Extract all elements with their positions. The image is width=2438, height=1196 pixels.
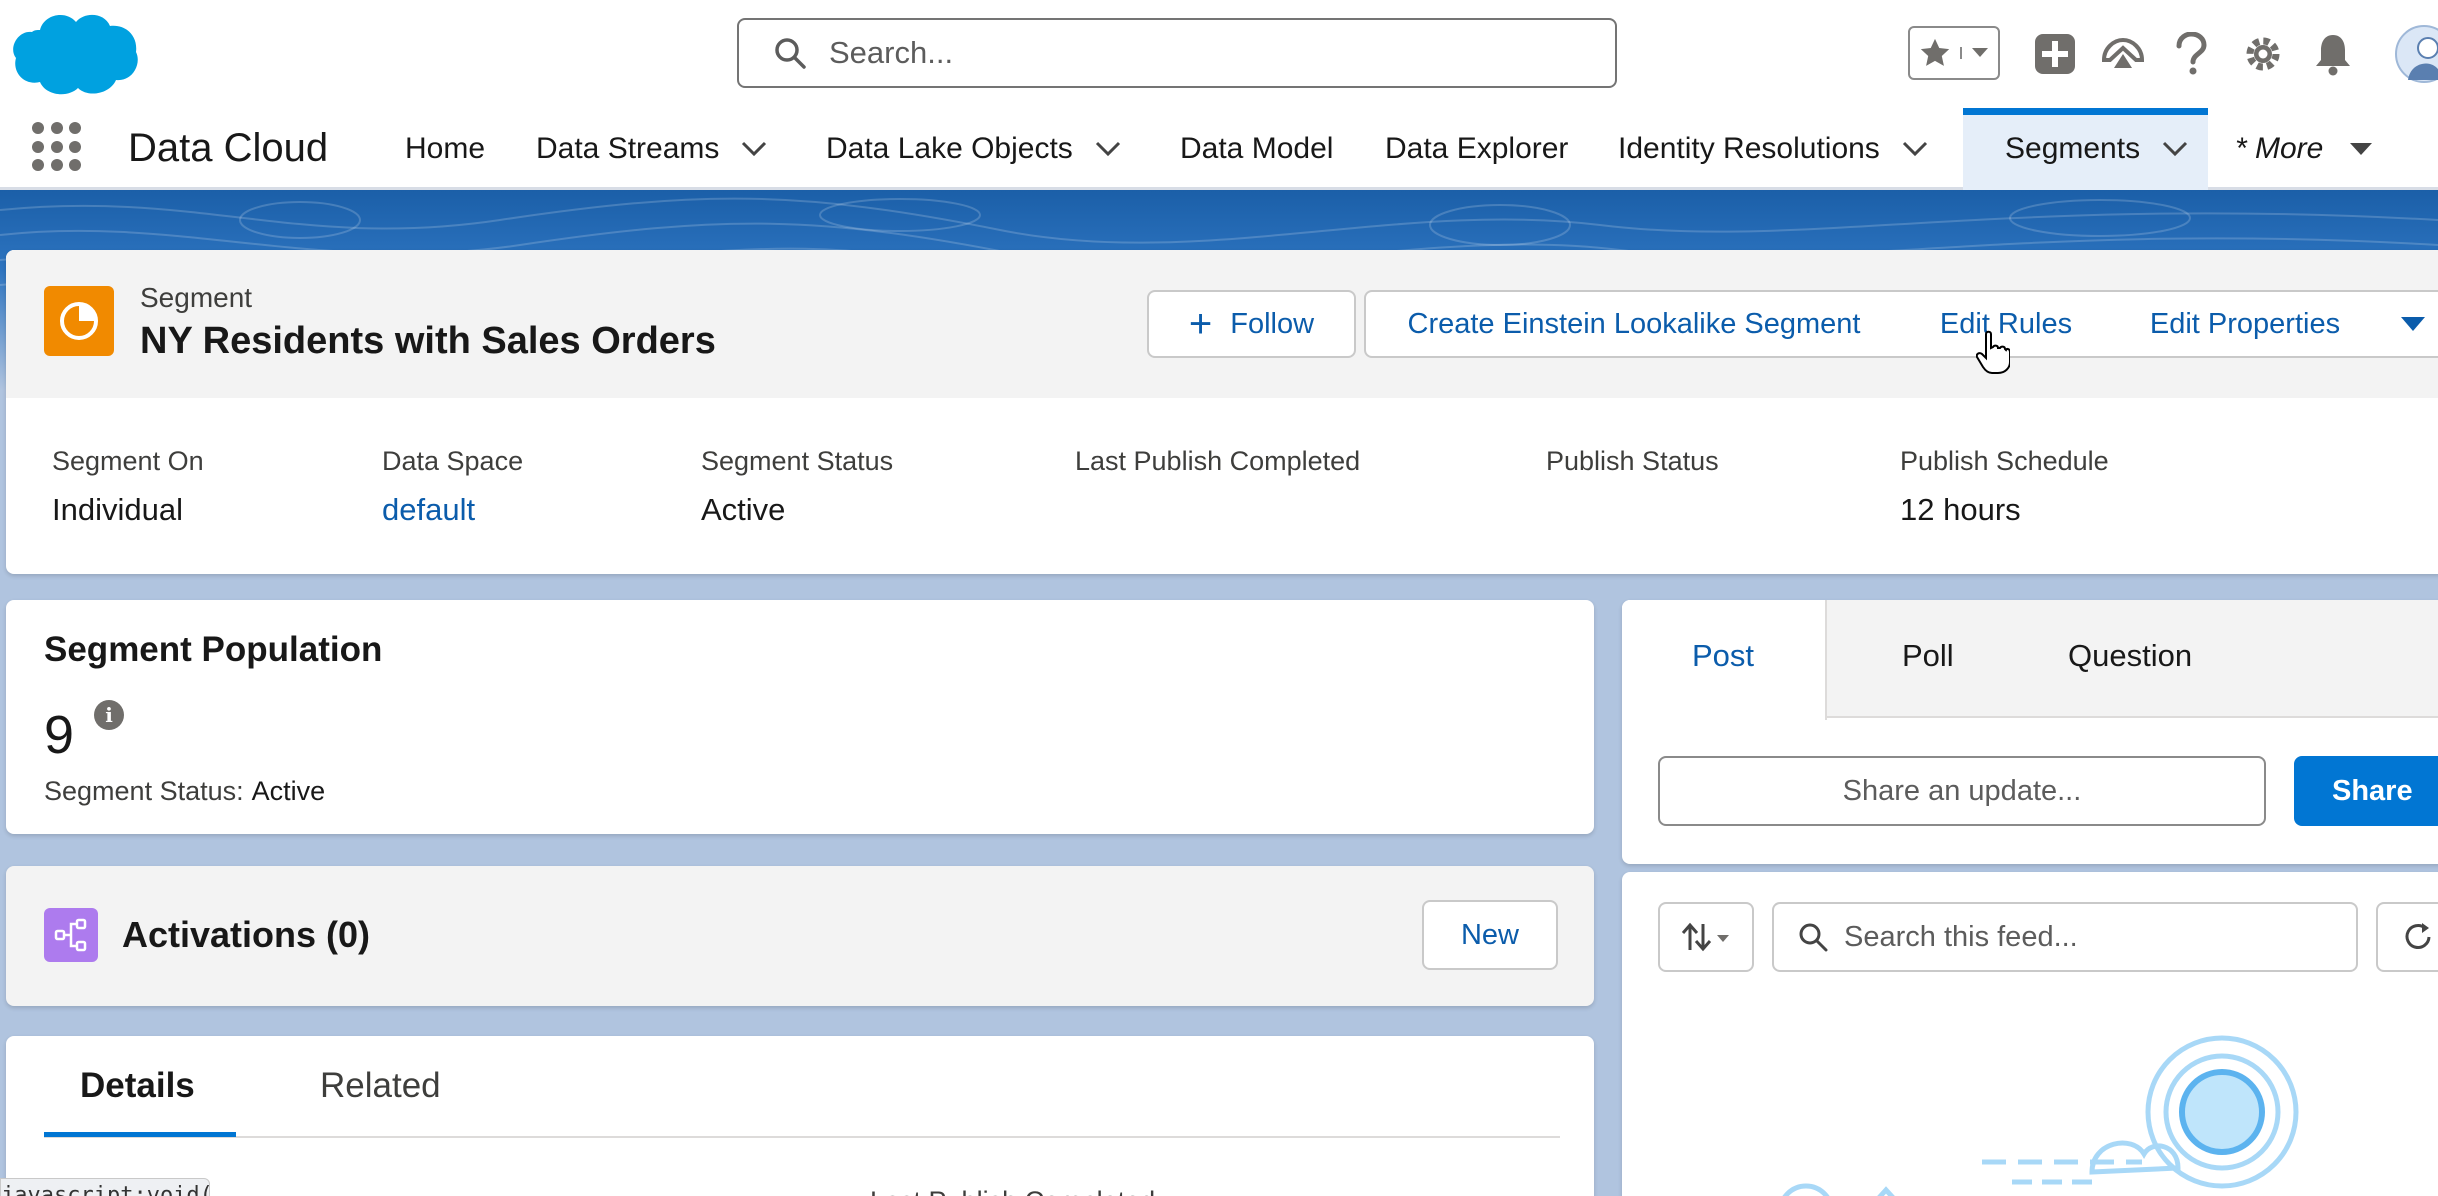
user-avatar[interactable]: [2394, 25, 2438, 83]
nav-item-label: Segments: [2005, 132, 2141, 165]
field-value-segment-on: Individual: [52, 492, 183, 527]
edit-properties-label: Edit Properties: [2149, 307, 2341, 340]
create-lookalike-segment-button[interactable]: Create Einstein Lookalike Segment: [1364, 290, 1904, 358]
favorites-group[interactable]: [1908, 26, 2000, 80]
activations-card: Activations (0) New: [6, 866, 1594, 1006]
info-icon[interactable]: i: [94, 700, 124, 730]
gear-icon[interactable]: [2234, 26, 2292, 82]
nav-item-label: * More: [2235, 132, 2324, 165]
field-value-publish-schedule: 12 hours: [1900, 492, 2021, 527]
feed-search-input[interactable]: Search this feed...: [1772, 902, 2358, 972]
chevron-down-icon[interactable]: [1960, 47, 1998, 59]
detail-field-label-partial: Last Publish Completed: [870, 1186, 1155, 1196]
record-object-type: Segment: [140, 282, 253, 313]
population-count: 9: [44, 705, 75, 765]
field-value-segment-status: Active: [701, 492, 786, 527]
nav-item-home[interactable]: Home: [405, 108, 485, 190]
search-icon: [1799, 923, 1828, 952]
follow-label: Follow: [1230, 307, 1315, 340]
refresh-icon: [2405, 923, 2431, 949]
salesforce-logo[interactable]: [10, 8, 142, 98]
nav-item-label: Data Lake Objects: [826, 132, 1073, 165]
tab-related[interactable]: Related: [320, 1066, 441, 1106]
field-label-data-space: Data Space: [382, 446, 524, 476]
record-title: NY Residents with Sales Orders: [140, 320, 716, 362]
follow-button[interactable]: + Follow: [1147, 290, 1356, 358]
nav-item-data-model[interactable]: Data Model: [1180, 108, 1333, 190]
tab-details[interactable]: Details: [80, 1066, 195, 1106]
field-label-publish-status: Publish Status: [1546, 446, 1719, 476]
chevron-down-icon: [2401, 317, 2425, 331]
nav-item-label: Data Explorer: [1385, 132, 1569, 165]
app-name: Data Cloud: [128, 126, 329, 170]
chevron-down-icon[interactable]: [2349, 142, 2373, 156]
app-launcher-icon[interactable]: [32, 122, 82, 172]
trailhead-icon[interactable]: [2094, 26, 2152, 82]
share-button[interactable]: Share: [2294, 756, 2438, 826]
notifications-bell-icon[interactable]: [2304, 26, 2362, 82]
activations-title: Activations (0): [122, 914, 371, 955]
empty-feed-illustration: [1782, 1035, 2299, 1196]
hand-cursor-icon: [1976, 330, 2010, 374]
nav-item-data-streams[interactable]: Data Streams: [536, 108, 767, 190]
search-icon: [775, 38, 806, 69]
field-value-data-space-link[interactable]: default: [382, 492, 475, 528]
search-placeholder: Search...: [829, 35, 954, 70]
tab-question[interactable]: Question: [2068, 638, 2192, 674]
browser-status-bar: javascript:void(0): [0, 1178, 210, 1196]
sort-icon: [1681, 922, 1729, 952]
field-label-publish-schedule: Publish Schedule: [1900, 446, 2109, 476]
nav-item-label: Identity Resolutions: [1618, 132, 1880, 165]
feed-search-placeholder: Search this feed...: [1844, 920, 2078, 953]
new-label: New: [1460, 918, 1519, 951]
field-label-segment-on: Segment On: [52, 446, 204, 476]
tab-post[interactable]: Post: [1692, 638, 1754, 674]
chatter-publisher: Post Poll Question Share an update... Sh…: [1622, 600, 2438, 864]
plus-icon: +: [1188, 302, 1213, 346]
segment-population-card: Segment Population 9 i Segment Status: Ac…: [6, 600, 1594, 834]
chevron-down-icon[interactable]: [1095, 141, 1121, 157]
population-status: Segment Status: Active: [44, 776, 325, 807]
help-icon[interactable]: [2164, 26, 2218, 82]
segment-icon: [44, 286, 114, 356]
sort-feed-button[interactable]: [1658, 902, 1754, 972]
refresh-feed-button[interactable]: [2376, 902, 2438, 972]
publisher-tabs: Post Poll Question: [1622, 600, 2438, 720]
field-label-segment-status: Segment Status: [701, 446, 894, 476]
star-icon[interactable]: [1910, 36, 1960, 70]
population-status-value: Active: [251, 776, 326, 806]
nav-item-identity-resolutions[interactable]: Identity Resolutions: [1618, 108, 1928, 190]
record-header: Segment NY Residents with Sales Orders +…: [6, 250, 2438, 398]
global-search-input[interactable]: Search...: [737, 18, 1617, 88]
feed-panel: Search this feed...: [1622, 872, 2438, 1196]
new-activation-button[interactable]: New: [1422, 900, 1558, 970]
chevron-down-icon[interactable]: [741, 141, 767, 157]
tab-divider: [44, 1136, 1560, 1138]
nav-item-label: Data Streams: [536, 132, 720, 165]
chevron-down-icon[interactable]: [2162, 141, 2188, 157]
nav-item-data-lake-objects[interactable]: Data Lake Objects: [826, 108, 1121, 190]
nav-item-more[interactable]: * More: [2235, 108, 2373, 190]
share-update-input[interactable]: Share an update...: [1658, 756, 2266, 826]
global-create-icon[interactable]: [2026, 26, 2084, 82]
edit-properties-button[interactable]: Edit Properties: [2110, 290, 2382, 358]
nav-item-segments[interactable]: Segments: [1963, 108, 2208, 190]
population-status-label: Segment Status:: [44, 776, 244, 806]
nav-item-data-explorer[interactable]: Data Explorer: [1385, 108, 1568, 190]
field-label-last-publish-completed: Last Publish Completed: [1075, 446, 1361, 476]
active-tab-indicator: [44, 1132, 236, 1137]
lookalike-label: Create Einstein Lookalike Segment: [1407, 307, 1861, 340]
global-header: Search...: [0, 0, 2438, 108]
chevron-down-icon[interactable]: [1902, 141, 1928, 157]
record-highlights-card: Segment NY Residents with Sales Orders +…: [6, 250, 2438, 574]
more-actions-button[interactable]: [2380, 290, 2438, 358]
details-tabset: Details Related Last Publish Completed: [6, 1036, 1594, 1196]
app-navigation-bar: Data Cloud Home Data Streams Data Lake O…: [0, 108, 2438, 190]
nav-item-label: Data Model: [1180, 132, 1334, 165]
nav-item-label: Home: [405, 132, 486, 165]
activation-icon: [44, 908, 98, 962]
tab-poll[interactable]: Poll: [1902, 638, 1954, 674]
population-title: Segment Population: [44, 630, 383, 669]
